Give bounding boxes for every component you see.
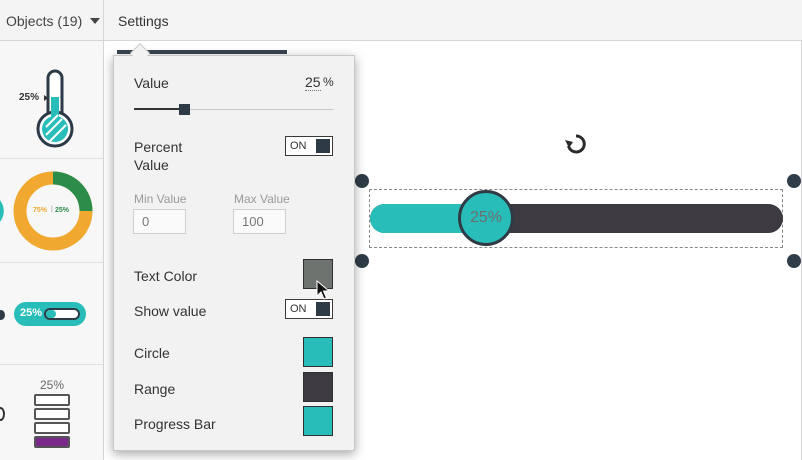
value-label: Value xyxy=(134,75,169,91)
mouse-pointer-icon xyxy=(316,279,331,305)
objects-dropdown-label: Objects (19) xyxy=(6,12,83,29)
pill-edge-handle xyxy=(0,310,5,320)
thumbnail-pill-progress[interactable]: 25% xyxy=(0,263,103,365)
resize-handle-bottom-right[interactable] xyxy=(787,254,801,268)
pill-inner-track xyxy=(44,308,80,320)
thumbnail-stacked-blocks[interactable]: 25% xyxy=(0,365,103,460)
min-value-label: Min Value xyxy=(134,192,187,206)
show-value-toggle-label: ON xyxy=(290,303,307,315)
resize-handle-top-right[interactable] xyxy=(787,174,801,188)
chevron-down-icon xyxy=(90,17,101,24)
donut-label-b: 25% xyxy=(55,207,70,214)
circle-color-swatch[interactable] xyxy=(303,337,333,367)
top-bar: Objects (19) Settings xyxy=(0,0,802,41)
progress-bar-color-swatch[interactable] xyxy=(303,406,333,436)
objects-sidebar[interactable]: 25% 75% | 25% 25% 25% xyxy=(0,41,104,460)
stack-thumb-label: 25% xyxy=(40,378,65,392)
max-value-input[interactable]: 100 xyxy=(233,209,286,234)
progress-bar-color-label: Progress Bar xyxy=(134,416,216,432)
percent-value-label-line2: Value xyxy=(134,157,169,173)
donut-label-a: 75% xyxy=(33,207,48,214)
min-value-input[interactable]: 0 xyxy=(133,209,186,234)
tab-settings[interactable]: Settings xyxy=(118,13,169,29)
progress-value-label: 25% xyxy=(469,209,503,226)
thumbnail-thermometer[interactable]: 25% xyxy=(0,57,103,159)
range-color-swatch[interactable] xyxy=(303,372,333,402)
resize-handle-top-left[interactable] xyxy=(355,174,369,188)
percent-value-toggle-label: ON xyxy=(290,140,307,152)
progress-circle[interactable]: 25% xyxy=(458,190,514,246)
circle-color-label: Circle xyxy=(134,345,170,361)
value-slider-thumb[interactable] xyxy=(179,104,190,115)
rotate-icon[interactable] xyxy=(565,133,587,160)
percent-value-label-line1: Percent xyxy=(134,139,183,155)
show-value-label: Show value xyxy=(134,303,207,319)
text-color-label: Text Color xyxy=(134,268,198,284)
max-value-label: Max Value xyxy=(234,192,290,206)
donut-label-separator: | xyxy=(51,206,53,213)
value-number[interactable]: 25 xyxy=(305,74,321,91)
thermometer-icon xyxy=(36,69,74,148)
pill-thumb-label: 25% xyxy=(20,307,43,319)
objects-dropdown[interactable]: Objects (19) xyxy=(0,0,104,41)
progress-track[interactable] xyxy=(370,204,783,233)
thermometer-thumb-label: 25% xyxy=(19,92,40,103)
percent-value-toggle[interactable]: ON xyxy=(285,136,333,156)
value-slider-fill xyxy=(134,108,184,110)
value-unit: % xyxy=(323,75,334,89)
pill-progress-bar: 25% xyxy=(14,302,86,326)
thumbnail-donut[interactable]: 75% | 25% xyxy=(0,159,103,263)
resize-handle-bottom-left[interactable] xyxy=(355,254,369,268)
range-color-label: Range xyxy=(134,381,176,397)
